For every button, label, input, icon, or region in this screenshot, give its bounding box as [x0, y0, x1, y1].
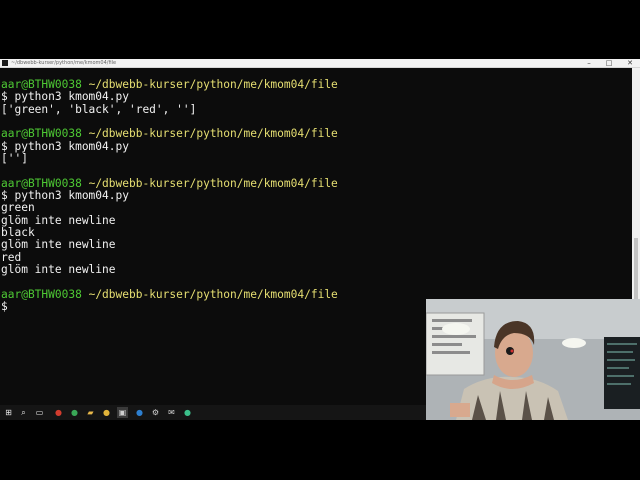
prompt-user-host: aar@BTHW0038 — [1, 127, 82, 141]
minimize-button[interactable]: – — [581, 59, 597, 67]
terminal-text: [''] — [1, 152, 28, 166]
maximize-button[interactable]: □ — [601, 59, 617, 67]
terminal-text: black — [1, 226, 35, 240]
window-titlebar[interactable]: ~/dbwebb-kurser/python/me/kmom04/file – … — [0, 59, 640, 68]
terminal-app-icon — [2, 60, 8, 66]
terminal-text: glöm inte newline — [1, 238, 116, 252]
terminal-text: $ python3 kmom04.py — [1, 189, 129, 203]
terminal-line: glöm inte newline — [1, 263, 338, 277]
terminal-line: ['green', 'black', 'red', ''] — [1, 102, 338, 116]
terminal-line: $ python3 kmom04.py — [1, 139, 338, 153]
task-view-icon[interactable]: ▭ — [34, 407, 45, 418]
prompt-user-host: aar@BTHW0038 — [1, 176, 82, 190]
terminal-text: green — [1, 201, 35, 215]
terminal-line: $ python3 kmom04.py — [1, 189, 338, 203]
prompt-path: ~/dbwebb-kurser/python/me/kmom04/file — [88, 127, 338, 141]
settings-icon[interactable]: ⚙ — [150, 407, 161, 418]
terminal-line: aar@BTHW0038 ~/dbwebb-kurser/python/me/k… — [1, 287, 338, 301]
terminal-line: $ — [1, 301, 338, 313]
prompt-user-host: aar@BTHW0038 — [1, 78, 82, 91]
terminal-text: ['green', 'black', 'red', ''] — [1, 102, 197, 116]
terminal-text: $ — [1, 300, 8, 314]
window-title: ~/dbwebb-kurser/python/me/kmom04/file — [11, 60, 117, 66]
terminal-text: glöm inte newline — [1, 263, 116, 277]
terminal-line: glöm inte newline — [1, 213, 338, 227]
chrome-icon[interactable]: ● — [101, 407, 112, 418]
terminal-text: red — [1, 250, 22, 264]
prompt-user-host: aar@BTHW0038 — [1, 287, 82, 301]
terminal-line: [''] — [1, 152, 338, 166]
file-explorer-icon[interactable]: ▰ — [85, 407, 96, 418]
webcam-video-frame — [426, 299, 640, 420]
prompt-path: ~/dbwebb-kurser/python/me/kmom04/file — [88, 78, 338, 91]
search-icon[interactable]: ⌕ — [18, 407, 29, 418]
terminal-text: glöm inte newline — [1, 213, 116, 227]
app-icon-blue[interactable]: ● — [134, 407, 145, 418]
app-icon-green[interactable]: ● — [69, 407, 80, 418]
prompt-path: ~/dbwebb-kurser/python/me/kmom04/file — [88, 287, 338, 301]
prompt-path: ~/dbwebb-kurser/python/me/kmom04/file — [88, 176, 338, 190]
webcam-overlay — [426, 299, 640, 420]
terminal-line: glöm inte newline — [1, 239, 338, 251]
terminal-text: $ python3 kmom04.py — [1, 90, 129, 104]
terminal-icon[interactable]: ▣ — [117, 407, 128, 418]
app-icon-teal[interactable]: ● — [182, 407, 193, 418]
app-icon-red[interactable]: ● — [53, 407, 64, 418]
terminal-text: $ python3 kmom04.py — [1, 139, 129, 153]
start-menu-icon[interactable]: ⊞ — [3, 407, 14, 418]
mail-icon[interactable]: ✉ — [166, 407, 177, 418]
close-button[interactable]: ✕ — [622, 59, 638, 67]
terminal-lines: aar@BTHW0038 ~/dbwebb-kurser/python/me/k… — [1, 78, 338, 314]
